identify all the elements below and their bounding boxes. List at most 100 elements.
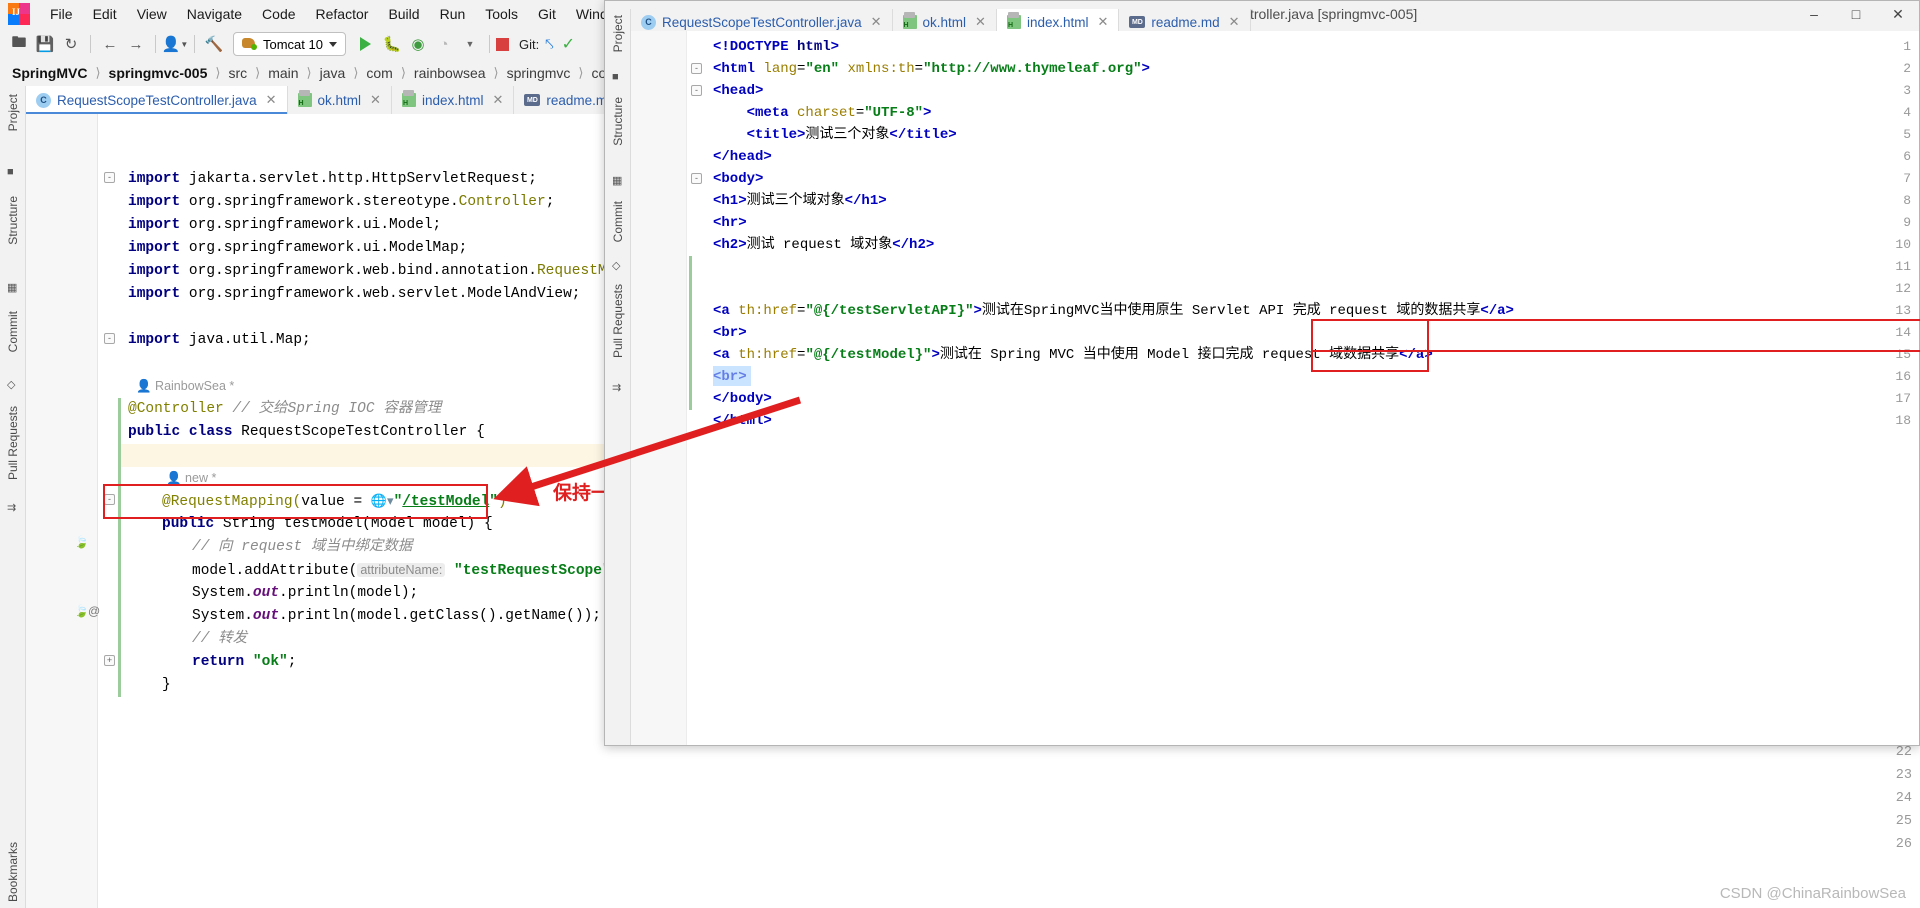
run-configuration-label: Tomcat 10 <box>263 36 323 52</box>
debug-icon[interactable]: 🐛 <box>379 32 405 56</box>
menu-refactor[interactable]: Refactor <box>306 2 379 26</box>
markdown-file-icon: MD <box>1129 16 1146 28</box>
profile-dropdown-icon[interactable]: ▼ <box>457 32 483 56</box>
menu-tools[interactable]: Tools <box>475 2 528 26</box>
close-icon[interactable]: ✕ <box>1229 14 1240 30</box>
profile-icon[interactable]: ◔ <box>431 32 457 56</box>
project-folder-icon[interactable]: ■ <box>7 166 14 178</box>
code-line: <hr> <box>713 212 747 234</box>
code-token: ; <box>287 654 297 670</box>
menu-file[interactable]: File <box>40 2 83 26</box>
tab-index-html[interactable]: H index.html ✕ <box>391 86 515 114</box>
line-number: 1 <box>1903 39 1911 54</box>
close-button[interactable]: ✕ <box>1877 1 1919 27</box>
breadcrumb-sep-icon: ⟩ <box>578 65 584 80</box>
breadcrumb-item-7[interactable]: springmvc <box>505 65 573 81</box>
run-configuration-selector[interactable]: Tomcat 10 <box>233 32 346 56</box>
close-icon[interactable]: ✕ <box>370 92 381 108</box>
breadcrumb-item-0[interactable]: SpringMVC <box>10 65 89 81</box>
hammer-icon[interactable]: 🔨 <box>201 32 227 56</box>
line-number: 9 <box>1903 215 1911 230</box>
chevron-down-icon[interactable] <box>328 41 337 47</box>
breadcrumb-item-4[interactable]: java <box>318 65 348 81</box>
menu-edit[interactable]: Edit <box>83 2 127 26</box>
fw-commit-diamond-icon[interactable]: ◇ <box>612 259 620 272</box>
commit-diamond-icon[interactable]: ◇ <box>7 378 15 391</box>
code-fold-toggle[interactable]: - <box>104 172 115 183</box>
minimize-button[interactable]: – <box>1793 1 1835 27</box>
save-icon[interactable]: 💾 <box>32 32 58 56</box>
stop-icon[interactable] <box>495 37 509 51</box>
code-fold-toggle[interactable]: - <box>104 333 115 344</box>
ide-secondary-window[interactable]: SpringMVC - RequestScopeTestController.j… <box>604 0 1920 746</box>
close-icon[interactable]: ✕ <box>1097 14 1108 30</box>
code-token: org.springframework.web.bind.annotation. <box>188 263 537 279</box>
code-token: " <box>489 494 498 510</box>
user-icon[interactable]: 👤 ▼ <box>162 32 189 56</box>
menu-run[interactable]: Run <box>430 2 476 26</box>
code-token: model.addAttribute( <box>192 563 358 579</box>
line-number: 24 <box>1895 791 1912 806</box>
code-fold-toggle[interactable]: - <box>691 63 702 74</box>
breadcrumb-sep-icon: ⟩ <box>215 65 221 80</box>
code-line: </head> <box>713 146 772 168</box>
breadcrumb-sep-icon: ⟩ <box>95 65 101 80</box>
fw-sidebar-item-structure[interactable]: Structure <box>611 97 625 146</box>
git-commit-check-icon[interactable]: ✓ <box>562 34 575 54</box>
sidebar-item-project[interactable]: Project <box>6 94 20 131</box>
breadcrumb-item-2[interactable]: src <box>226 65 249 81</box>
breadcrumb-item-1[interactable]: springmvc-005 <box>107 65 210 81</box>
fw-sidebar-item-pull-requests[interactable]: Pull Requests <box>611 284 625 358</box>
fw-sidebar-item-project[interactable]: Project <box>611 15 625 52</box>
menu-git[interactable]: Git <box>528 2 566 26</box>
menu-navigate[interactable]: Navigate <box>177 2 252 26</box>
line-number: 8 <box>1903 193 1911 208</box>
breadcrumb-item-3[interactable]: main <box>266 65 300 81</box>
menu-code[interactable]: Code <box>252 2 305 26</box>
breadcrumb-item-5[interactable]: com <box>364 65 394 81</box>
tab-requestscopetestcontroller-java[interactable]: C RequestScopeTestController.java ✕ <box>26 86 288 114</box>
open-folder-icon[interactable]: 🖿 <box>6 32 32 56</box>
code-token: </body> <box>713 391 772 407</box>
git-update-icon[interactable]: ⤣ <box>545 36 553 53</box>
code-token: <html <box>713 61 764 77</box>
code-fold-toggle[interactable]: - <box>691 85 702 96</box>
spring-bean-gutter-icon[interactable]: 🍃 <box>74 535 89 549</box>
code-editor-html[interactable]: <!DOCTYPE html> <html lang="en" xmlns:th=… <box>631 31 1920 745</box>
sidebar-item-bookmarks[interactable]: Bookmarks <box>6 842 20 902</box>
back-arrow-icon[interactable]: ← <box>97 32 123 56</box>
fw-sidebar-item-commit[interactable]: Commit <box>611 201 625 242</box>
sidebar-item-pull-requests[interactable]: Pull Requests <box>6 406 20 480</box>
run-icon[interactable] <box>359 37 371 51</box>
sidebar-item-structure[interactable]: Structure <box>6 196 20 245</box>
annotation-gutter-icon[interactable]: @ <box>88 604 100 618</box>
menu-build[interactable]: Build <box>378 2 429 26</box>
fw-pull-request-icon[interactable]: ⇉ <box>612 381 621 394</box>
close-icon[interactable]: ✕ <box>492 92 503 108</box>
code-token: "@{/testModel}" <box>805 347 932 363</box>
code-token: "UTF-8" <box>864 105 924 121</box>
sync-icon[interactable]: ↻ <box>58 32 84 56</box>
spring-mapping-gutter-icon[interactable]: 🍃 <box>74 604 89 618</box>
pull-request-icon[interactable]: ⇉ <box>7 501 16 514</box>
tab-ok-html[interactable]: H ok.html ✕ <box>287 86 392 114</box>
close-icon[interactable]: ✕ <box>975 14 986 30</box>
menu-view[interactable]: View <box>127 2 177 26</box>
fw-project-folder-icon[interactable]: ■ <box>612 71 619 83</box>
html-source-code[interactable]: <!DOCTYPE html> <html lang="en" xmlns:th=… <box>689 31 1919 745</box>
tab-label: RequestScopeTestController.java <box>57 92 257 108</box>
close-icon[interactable]: ✕ <box>266 92 277 108</box>
code-fold-toggle[interactable]: + <box>104 655 115 666</box>
maximize-button[interactable]: □ <box>1835 1 1877 27</box>
forward-arrow-icon[interactable]: → <box>123 32 149 56</box>
fw-structure-grid-icon[interactable]: ▦ <box>612 174 622 187</box>
breadcrumb-item-6[interactable]: rainbowsea <box>412 65 488 81</box>
run-coverage-icon[interactable]: ◉ <box>405 32 431 56</box>
html-file-icon: H <box>1006 12 1021 29</box>
code-fold-toggle[interactable]: - <box>691 173 702 184</box>
sidebar-item-commit[interactable]: Commit <box>6 311 20 352</box>
structure-grid-icon[interactable]: ▦ <box>7 281 17 294</box>
code-token: charset <box>797 105 856 121</box>
close-icon[interactable]: ✕ <box>871 14 882 30</box>
annotation-box-line15-row <box>1311 319 1920 352</box>
